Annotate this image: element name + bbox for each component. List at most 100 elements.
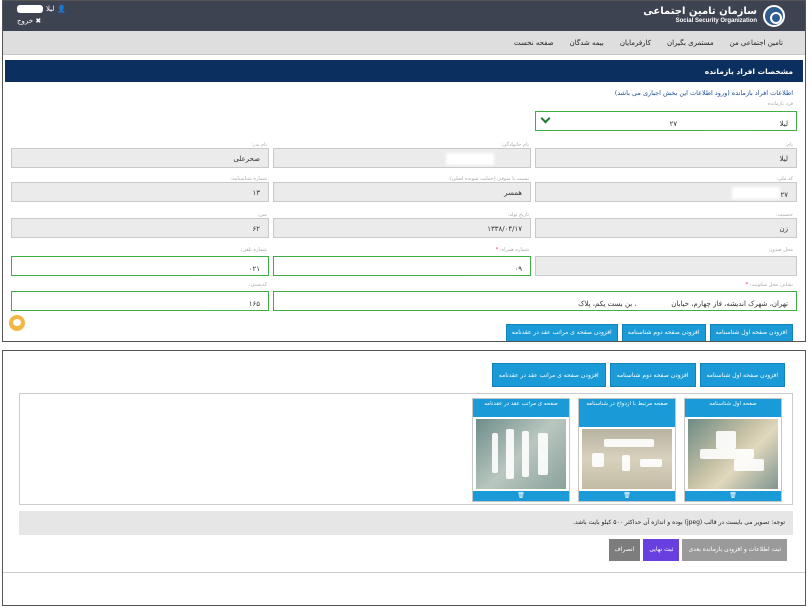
- relation-field[interactable]: همسر: [273, 182, 531, 202]
- first-name-field[interactable]: لیلا: [535, 148, 797, 168]
- trash-icon: 🗑: [623, 492, 631, 499]
- document-thumbnail[interactable]: [688, 419, 778, 489]
- required-mark: *: [495, 247, 499, 253]
- gender-field[interactable]: زن: [535, 218, 797, 238]
- workplace-field[interactable]: [535, 256, 797, 276]
- last-name-field[interactable]: [273, 148, 531, 168]
- document-thumbnail[interactable]: [476, 419, 566, 489]
- top-header: سازمان تامین اجتماعی Social Security Org…: [3, 1, 805, 31]
- mobile-field[interactable]: ۰۹: [273, 256, 531, 276]
- document-card: صفحه مرتبط با ازدواج در شناسنامه 🗑: [578, 398, 676, 502]
- redaction: [622, 455, 630, 471]
- redaction: [448, 155, 492, 163]
- menu-employers[interactable]: کارفرمایان: [620, 39, 651, 47]
- delete-card-button[interactable]: 🗑: [579, 491, 675, 501]
- address-label-text: نشانی محل سکونت:: [749, 282, 793, 288]
- logout-label: خروج: [17, 17, 34, 25]
- close-icon: ✖: [35, 17, 42, 25]
- add-id-page2-button[interactable]: افزودن صفحه دوم شناسنامه: [621, 324, 706, 341]
- redaction: [202, 263, 247, 271]
- add-id-page1-button[interactable]: افزودن صفحه اول شناسنامه: [699, 363, 785, 387]
- redaction: [700, 449, 754, 459]
- add-marriage-page-button[interactable]: افزودن صفحه ی مراتب عقد در عقدنامه: [491, 363, 606, 387]
- form-panel: سازمان تامین اجتماعی Social Security Org…: [2, 0, 806, 342]
- address-tail: ، بن بست یکم، پلاک: [578, 300, 637, 308]
- phone-value: ۰۲۱: [248, 265, 260, 273]
- redaction: [468, 263, 513, 271]
- form-actions: ثبت اطلاعات و افزودن بازمانده بعدی ثبت ن…: [608, 539, 787, 561]
- postal-field[interactable]: ۱۶۵: [11, 291, 269, 311]
- birth-date-field[interactable]: ۱۳۳۸/۰۴/۱۷: [273, 218, 531, 238]
- delete-card-button[interactable]: 🗑: [473, 491, 569, 501]
- mobile-value: ۰۹: [514, 265, 522, 273]
- redaction: [522, 431, 529, 477]
- delete-card-button[interactable]: 🗑: [685, 491, 781, 501]
- redaction: [538, 433, 548, 475]
- address-value: تهران، شهرک اندیشه، فاز چهارم، خیابان: [671, 300, 788, 308]
- person-select-code: ۲۷: [669, 120, 678, 128]
- phone-label: شماره تلفن:: [240, 247, 267, 253]
- chevron-down-icon: [540, 113, 551, 124]
- national-code-value: ۲۷: [780, 191, 788, 199]
- person-select[interactable]: لیلا ۲۷: [535, 111, 797, 131]
- document-card: صفحه اول شناسنامه 🗑: [684, 398, 782, 502]
- address-label: نشانی محل سکونت: *: [746, 282, 793, 288]
- document-gallery: صفحه اول شناسنامه 🗑 صفحه مرتبط با ازدواج…: [19, 393, 793, 505]
- person-label: فرد بازمانده: [767, 101, 793, 107]
- cancel-button[interactable]: انصراف: [608, 539, 641, 561]
- postal-value: ۱۶۵: [248, 300, 260, 308]
- section-title: مشخصات افراد بازمانده: [5, 60, 803, 82]
- menu-home[interactable]: صفحه نخست: [514, 39, 554, 47]
- redacted-surname: [17, 5, 43, 13]
- save-and-add-next-button[interactable]: ثبت اطلاعات و افزودن بازمانده بعدی: [682, 539, 787, 561]
- required-mark: *: [745, 282, 749, 288]
- logo-title-en: Social Security Organization: [675, 18, 757, 24]
- menu-my-ssa[interactable]: تامین اجتماعی من: [730, 39, 783, 47]
- person-select-name: لیلا: [779, 120, 788, 128]
- redaction: [716, 431, 736, 449]
- upload-buttons-top: افزودن صفحه اول شناسنامه افزودن صفحه دوم…: [505, 324, 793, 341]
- postal-label: کدپستی:: [248, 282, 267, 288]
- sso-logo-icon: [763, 5, 785, 27]
- mobile-label-text: شماره همراه:: [499, 247, 529, 253]
- logo-title-fa: سازمان تامین اجتماعی: [643, 6, 757, 17]
- workplace-label: محل صدور:: [768, 247, 793, 253]
- mobile-label: شماره همراه: *: [496, 247, 529, 253]
- phone-field[interactable]: ۰۲۱: [11, 256, 269, 276]
- id-number-field[interactable]: ۱۳: [11, 182, 269, 202]
- card-title: صفحه مرتبط با ازدواج در شناسنامه: [579, 399, 675, 427]
- redaction: [638, 298, 669, 306]
- user-name: لیلا: [46, 5, 55, 13]
- divider: [3, 572, 805, 573]
- add-marriage-page-button[interactable]: افزودن صفحه ی مراتب عقد در عقدنامه: [505, 324, 618, 341]
- menu-pensioners[interactable]: مستمری بگیران: [667, 39, 714, 47]
- father-field[interactable]: صحرعلی: [11, 148, 269, 168]
- logout-button[interactable]: ✖ خروج: [17, 17, 41, 25]
- upload-buttons: افزودن صفحه اول شناسنامه افزودن صفحه دوم…: [491, 363, 785, 387]
- redaction: [604, 439, 654, 447]
- documents-panel: افزودن صفحه اول شناسنامه افزودن صفحه دوم…: [2, 350, 806, 606]
- document-card: صفحه ی مراتب عقد در عقدنامه 🗑: [472, 398, 570, 502]
- menu-insured[interactable]: بیمه شدگان: [570, 39, 604, 47]
- chat-icon[interactable]: [9, 315, 25, 331]
- redaction: [734, 459, 764, 471]
- section-info: اطلاعات افراد بازمانده (ورود اطلاعات این…: [614, 89, 793, 97]
- add-id-page2-button[interactable]: افزودن صفحه دوم شناسنامه: [609, 363, 696, 387]
- national-code-field[interactable]: ۲۷: [535, 182, 797, 202]
- user-info: 👤 لیلا: [17, 5, 66, 13]
- user-icon: 👤: [57, 5, 67, 13]
- card-title: صفحه اول شناسنامه: [685, 399, 781, 417]
- redaction: [734, 189, 779, 197]
- redaction: [492, 433, 498, 473]
- main-menu: صفحه نخست بیمه شدگان کارفرمایان مستمری ب…: [3, 31, 805, 55]
- address-field[interactable]: تهران، شهرک اندیشه، فاز چهارم، خیابان ، …: [273, 291, 797, 311]
- redaction: [709, 118, 754, 126]
- add-id-page1-button[interactable]: افزودن صفحه اول شناسنامه: [709, 324, 793, 341]
- redaction: [592, 453, 604, 467]
- redaction: [506, 429, 514, 479]
- document-thumbnail[interactable]: [582, 429, 672, 489]
- redaction: [202, 298, 247, 306]
- upload-note: توجه: تصویر می بایست در قالب (jpeg) بوده…: [19, 511, 793, 535]
- final-submit-button[interactable]: ثبت نهایی: [643, 539, 680, 561]
- age-field[interactable]: ۶۲: [11, 218, 269, 238]
